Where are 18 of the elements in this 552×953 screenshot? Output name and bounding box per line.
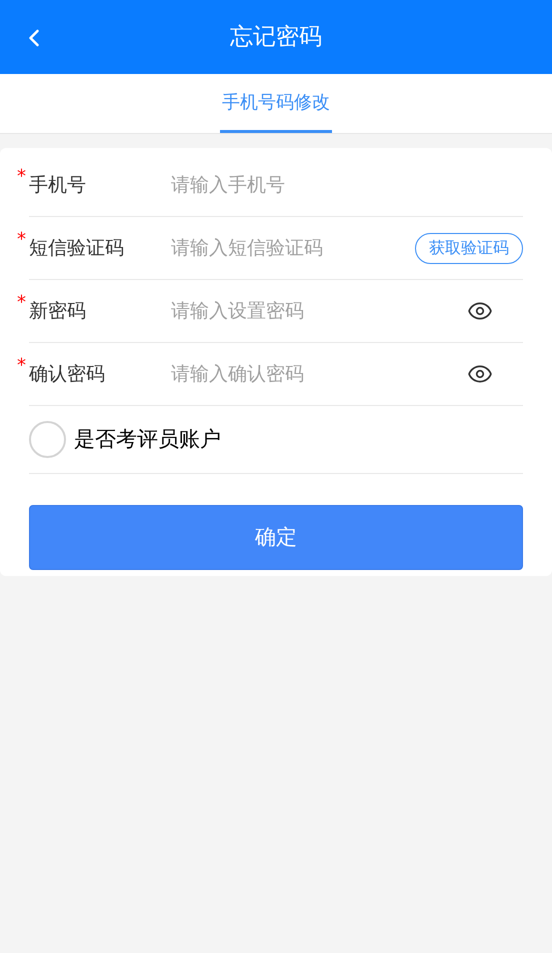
required-mark: *: [17, 168, 26, 186]
input-field[interactable]: 请输入设置密码: [171, 296, 467, 326]
get-code-button[interactable]: 获取验证码: [415, 232, 523, 264]
required-mark: *: [17, 294, 26, 312]
field-label: 手机号: [29, 172, 87, 198]
field-label: 短信验证码: [29, 236, 125, 261]
input-field[interactable]: 请输入短信验证码: [171, 234, 415, 262]
field-label: 新密码: [29, 298, 87, 324]
input-field[interactable]: 请输入确认密码: [171, 360, 467, 388]
required-mark: *: [17, 357, 26, 375]
input-field[interactable]: 请输入手机号: [171, 170, 523, 200]
field-label: 确认密码: [29, 362, 106, 387]
checkbox-label: 是否考评员账户: [74, 426, 221, 453]
page-title: 忘记密码: [230, 22, 322, 52]
confirm-button[interactable]: 确定: [29, 505, 523, 570]
checkbox[interactable]: [29, 421, 66, 458]
tab[interactable]: 手机号码修改: [220, 74, 332, 133]
required-mark: *: [17, 231, 26, 249]
